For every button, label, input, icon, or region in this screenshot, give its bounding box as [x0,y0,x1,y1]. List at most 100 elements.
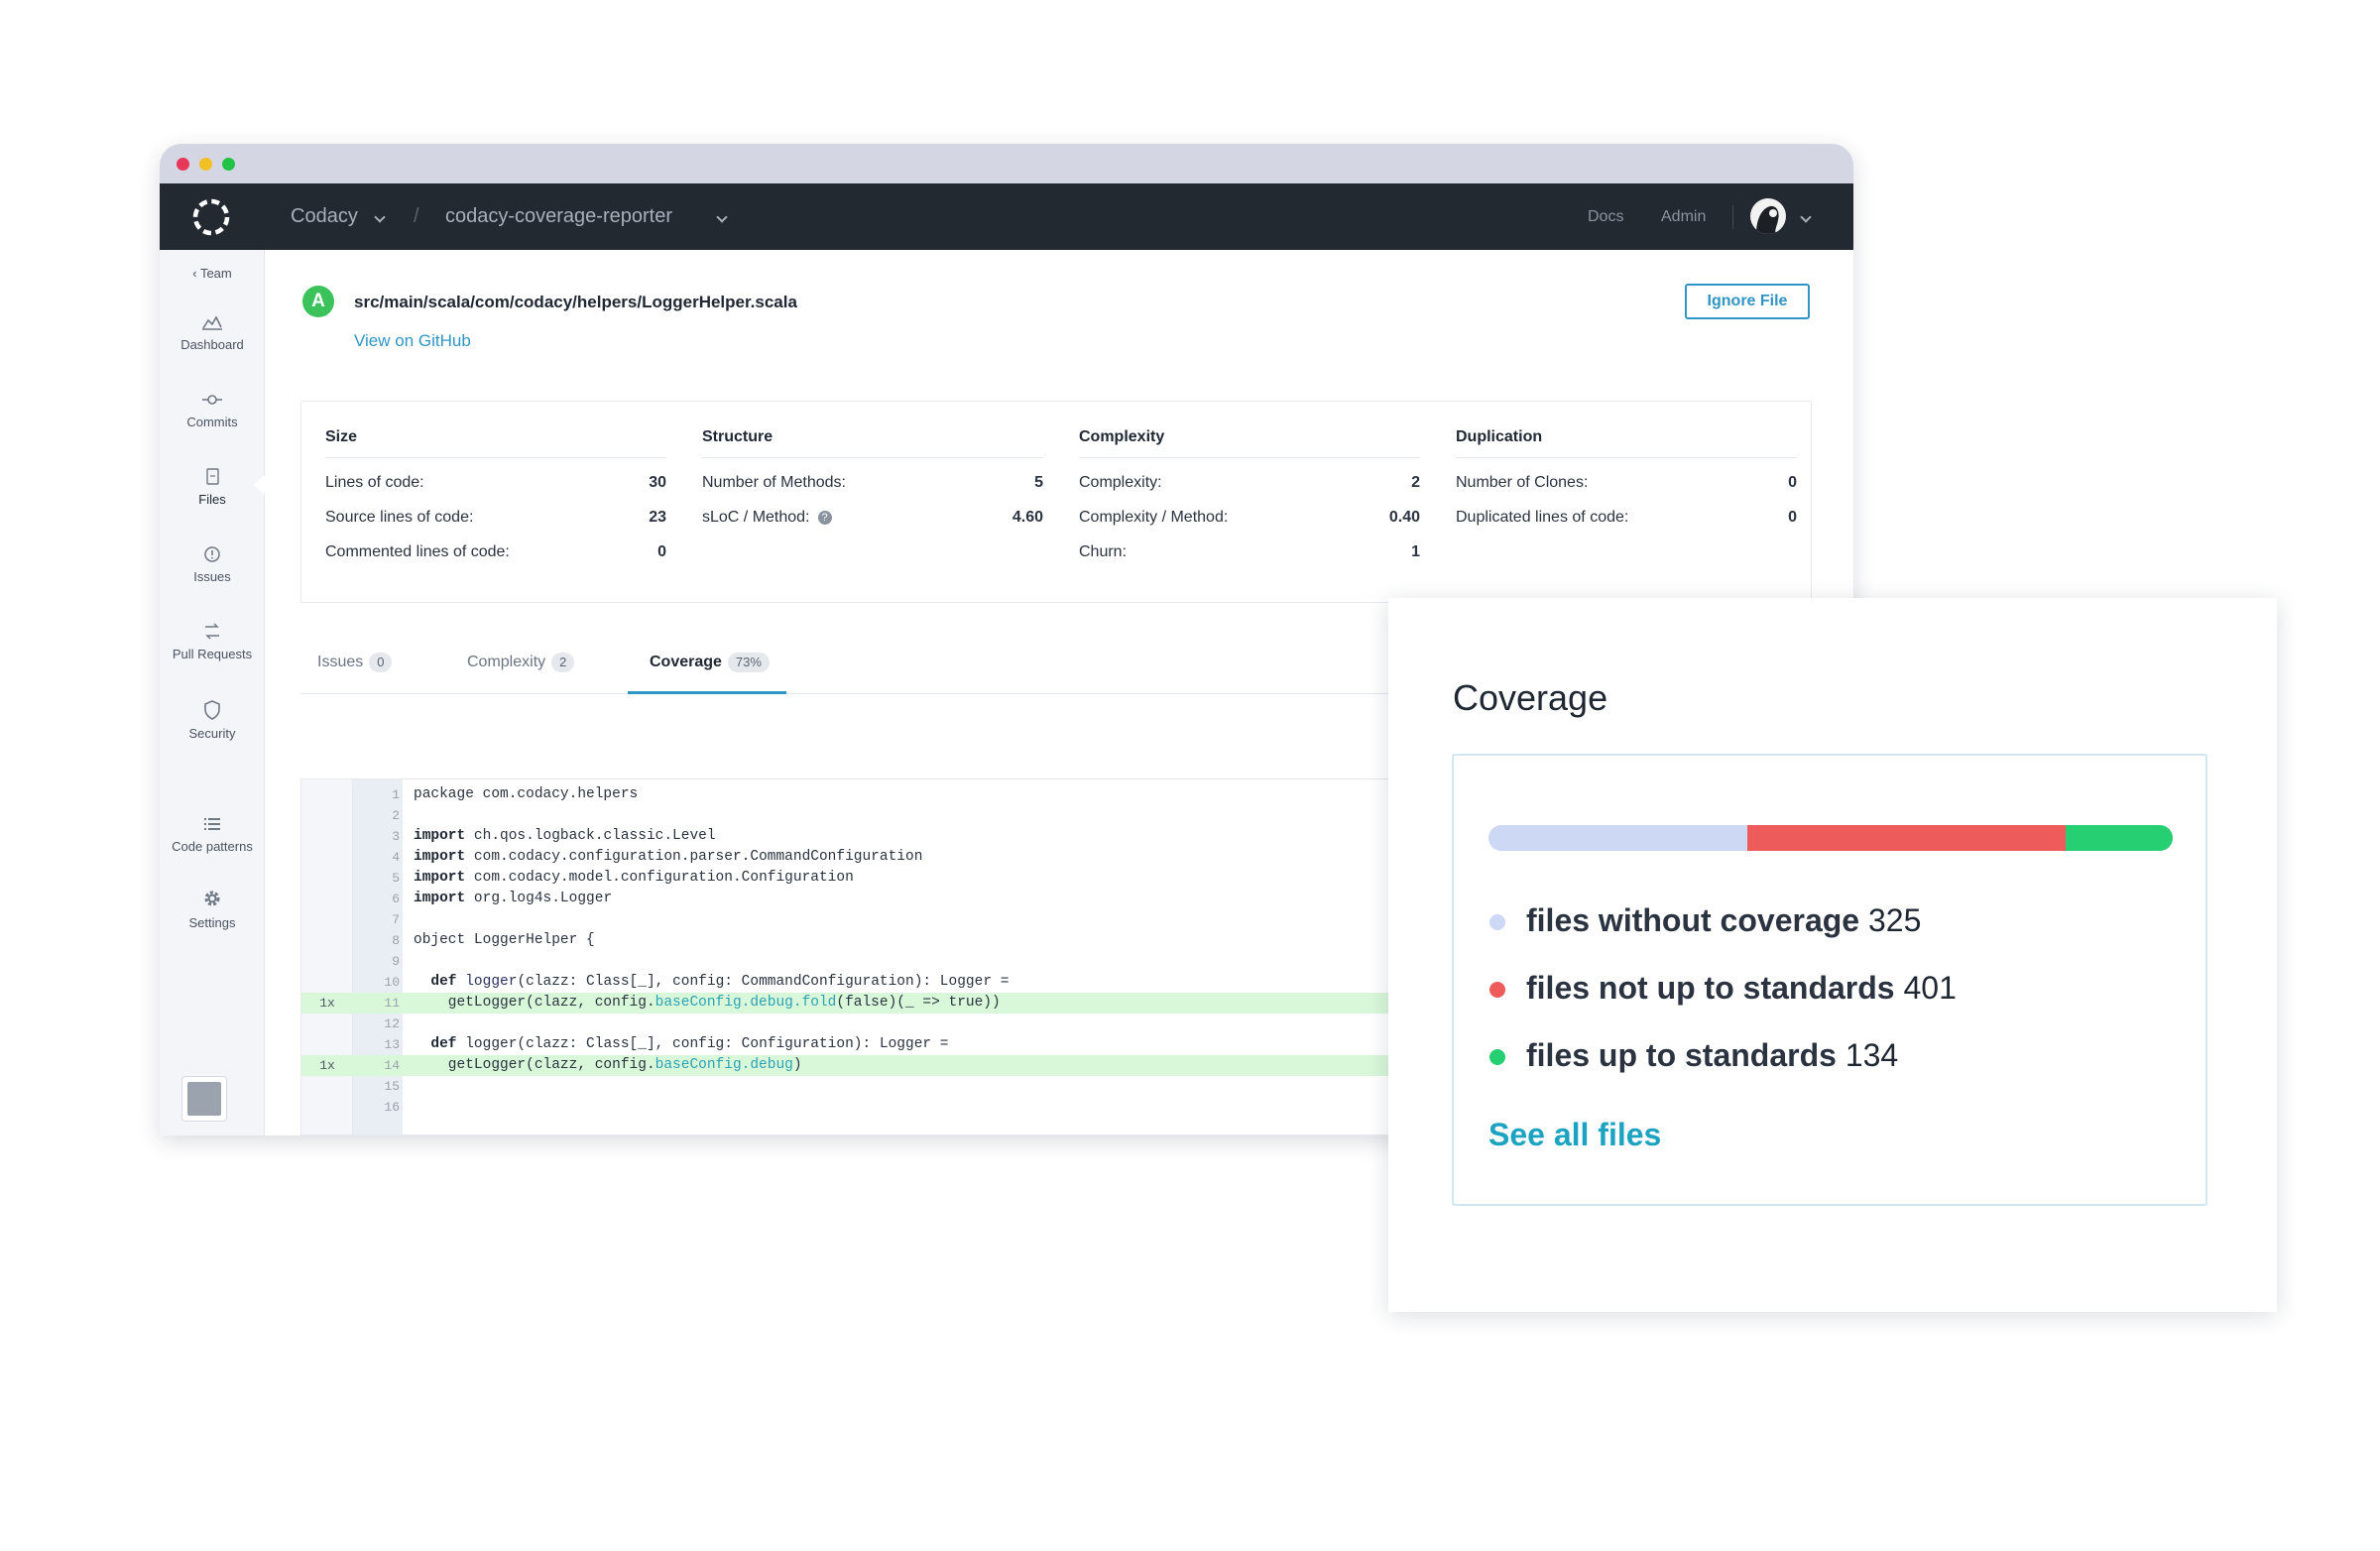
source-text: import com.codacy.configuration.parser.C… [414,847,922,868]
repo-selector[interactable]: codacy-coverage-reporter [445,183,672,250]
sidebar-item-commits[interactable]: Commits [160,391,265,452]
back-to-team-link[interactable]: ‹ Team [160,266,265,281]
sidebar: ‹ Team Dashboard Commits Files Issues Pu… [160,250,274,1135]
code-line: 15 [301,1076,1430,1097]
metric-value: 30 [649,474,666,491]
code-line: 7 [301,909,1430,930]
code-line: 3 import ch.qos.logback.classic.Level [301,826,1430,847]
chevron-down-icon[interactable] [374,211,386,223]
sidebar-item-label: Commits [186,415,238,429]
window-titlebar [160,144,1853,183]
line-number: 13 [384,1037,400,1052]
help-icon[interactable]: ? [817,511,832,525]
coverage-summary-box: files without coverage 325 files not up … [1452,754,2207,1206]
line-number: 15 [384,1079,400,1094]
line-number: 14 [384,1058,400,1073]
admin-link[interactable]: Admin [1661,183,1706,250]
active-tab-indicator [628,691,786,694]
metric-row: Complexity / Method: 0.40 [1079,509,1420,531]
code-token: import [414,891,466,906]
metrics-heading: Size [325,428,666,458]
tab-complexity[interactable]: Complexity 2 [467,653,575,694]
code-line: 12 [301,1014,1430,1034]
sidebar-item-label: Pull Requests [172,647,253,661]
tab-coverage[interactable]: Coverage 73% [650,653,770,694]
code-line: 1 package com.codacy.helpers [301,784,1430,805]
line-number: 10 [384,975,400,990]
line-number: 4 [392,850,400,865]
user-menu-chevron-icon[interactable] [1800,211,1812,223]
close-window-dot[interactable] [177,158,189,171]
see-all-files-link[interactable]: See all files [1488,1117,1661,1153]
metric-row: Number of Methods: 5 [702,474,1043,496]
metric-row: Duplicated lines of code: 0 [1456,509,1797,531]
source-text: import com.codacy.model.configuration.Co… [414,868,854,889]
code-token: def [430,1036,457,1052]
line-number: 6 [392,892,400,906]
code-token: baseConfig.debug.fold [654,995,837,1011]
back-label[interactable]: Team [200,266,232,281]
sidebar-item-dashboard[interactable]: Dashboard [160,313,265,375]
legend-text: files up to standards [1526,1037,1837,1073]
view-on-github-link[interactable]: View on GitHub [354,331,471,351]
line-number: 9 [392,954,400,969]
minimize-window-dot[interactable] [199,158,212,171]
line-number: 2 [392,808,400,823]
sidebar-item-issues[interactable]: Issues [160,545,265,607]
metric-label: Complexity: [1079,474,1162,491]
legend-count: 325 [1867,902,1922,938]
gear-icon [204,891,220,906]
ignore-file-button[interactable]: Ignore File [1685,284,1810,319]
line-number: 8 [392,933,400,948]
app-switcher-button[interactable] [181,1076,227,1122]
tab-issues[interactable]: Issues 0 [317,653,393,694]
top-navigation: Codacy / codacy-coverage-reporter Docs A… [160,183,1853,250]
sidebar-item-files[interactable]: Files [160,468,265,530]
metric-label: Churn: [1079,543,1128,560]
sidebar-item-code-patterns[interactable]: Code patterns [160,815,265,877]
docs-link[interactable]: Docs [1588,183,1623,250]
chevron-down-icon[interactable] [716,211,728,223]
sidebar-item-label: Issues [193,569,231,584]
code-token: logger [456,974,518,990]
sidebar-item-label: Dashboard [180,337,244,352]
grade-badge: A [302,286,334,317]
metric-row: Commented lines of code: 0 [325,543,666,565]
metric-value: 23 [649,509,666,526]
code-token: (clazz: Class[_], config: CommandConfigu… [517,974,1010,990]
metric-row: Complexity: 2 [1079,474,1420,496]
dashboard-chart-icon [202,315,222,330]
code-token: package com.codacy.helpers [414,786,639,802]
hit-count: 1x [319,1058,335,1073]
code-line: 5 import com.codacy.model.configuration.C… [301,868,1430,889]
line-number: 3 [392,829,400,844]
metric-value: 1 [1411,543,1420,560]
coverage-bar-segment-2 [1746,825,2067,851]
org-selector[interactable]: Codacy [291,183,358,250]
file-icon [206,468,219,485]
metric-value: 4.60 [1012,509,1043,526]
sidebar-item-pull-requests[interactable]: Pull Requests [160,623,265,684]
coverage-bar-segment-3 [2066,825,2173,851]
avatar[interactable] [1750,198,1786,234]
source-text: package com.codacy.helpers [414,784,638,805]
list-icon [204,818,220,830]
metric-label: Commented lines of code: [325,543,510,560]
metric-row: Churn: 1 [1079,543,1420,565]
code-token: getLogger(clazz, config. [414,995,655,1011]
codacy-logo-icon[interactable] [189,195,233,239]
tab-count-badge: 2 [551,653,575,672]
sidebar-item-security[interactable]: Security [160,700,265,762]
metrics-panel: Size Lines of code: 30 Source lines of co… [300,401,1812,603]
metrics-heading: Structure [702,428,1043,458]
legend-text: files not up to standards [1526,970,1895,1006]
sidebar-item-settings[interactable]: Settings [160,888,265,949]
source-text: import org.log4s.Logger [414,889,612,909]
shield-icon [204,700,220,720]
coverage-distribution-bar [1488,825,2173,851]
maximize-window-dot[interactable] [222,158,235,171]
metric-label: Number of Methods: [702,474,846,491]
tab-label: Complexity [467,654,546,670]
code-line: 9 [301,951,1430,972]
